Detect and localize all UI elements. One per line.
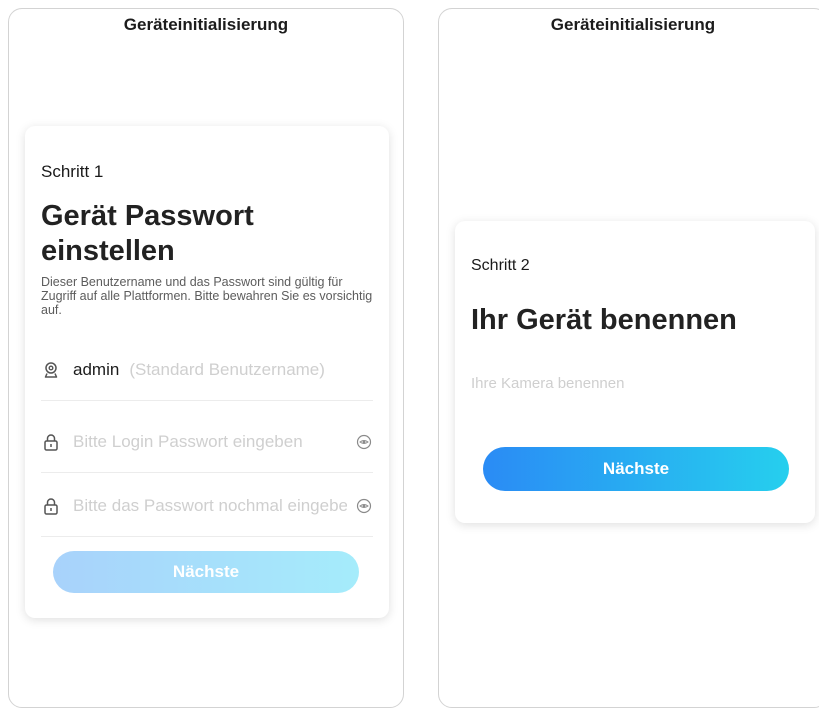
- confirm-password-input[interactable]: [73, 495, 347, 516]
- username-row: admin (Standard Benutzername): [41, 339, 373, 401]
- step-title: Gerät Passwort einstellen: [41, 200, 254, 267]
- password-setup-card: Schritt 1 Gerät Passwort einstellen Dies…: [25, 126, 389, 618]
- step-label: Schritt 1: [41, 162, 104, 181]
- step-title: Ihr Gerät benennen: [471, 304, 737, 336]
- camera-name-input[interactable]: [471, 371, 791, 395]
- header-title: Geräteinitialisierung: [123, 15, 289, 34]
- device-name-card: Schritt 2 Ihr Gerät benennen Nächste: [455, 221, 815, 523]
- lock-icon: [41, 496, 61, 516]
- password-input[interactable]: [73, 431, 347, 452]
- step-label: Schritt 2: [471, 257, 530, 274]
- next-button[interactable]: Nächste: [483, 447, 789, 491]
- eye-hidden-icon[interactable]: [355, 497, 373, 515]
- username-hint: (Standard Benutzername): [129, 359, 325, 379]
- eye-hidden-icon[interactable]: [355, 433, 373, 451]
- lock-icon: [41, 432, 61, 452]
- next-button[interactable]: Nächste: [53, 551, 359, 593]
- user-icon: [41, 360, 61, 380]
- header-title: Geräteinitialisierung: [550, 15, 716, 34]
- password-row: [41, 411, 373, 473]
- username-value: admin: [73, 359, 120, 379]
- confirm-password-row: [41, 475, 373, 537]
- screen-step-2: Geräteinitialisierung Schritt 2 Ihr Gerä…: [438, 8, 819, 708]
- step-description: Dieser Benutzername und das Passwort sin…: [41, 275, 373, 317]
- screen-step-1: Geräteinitialisierung Schritt 1 Gerät Pa…: [8, 8, 404, 708]
